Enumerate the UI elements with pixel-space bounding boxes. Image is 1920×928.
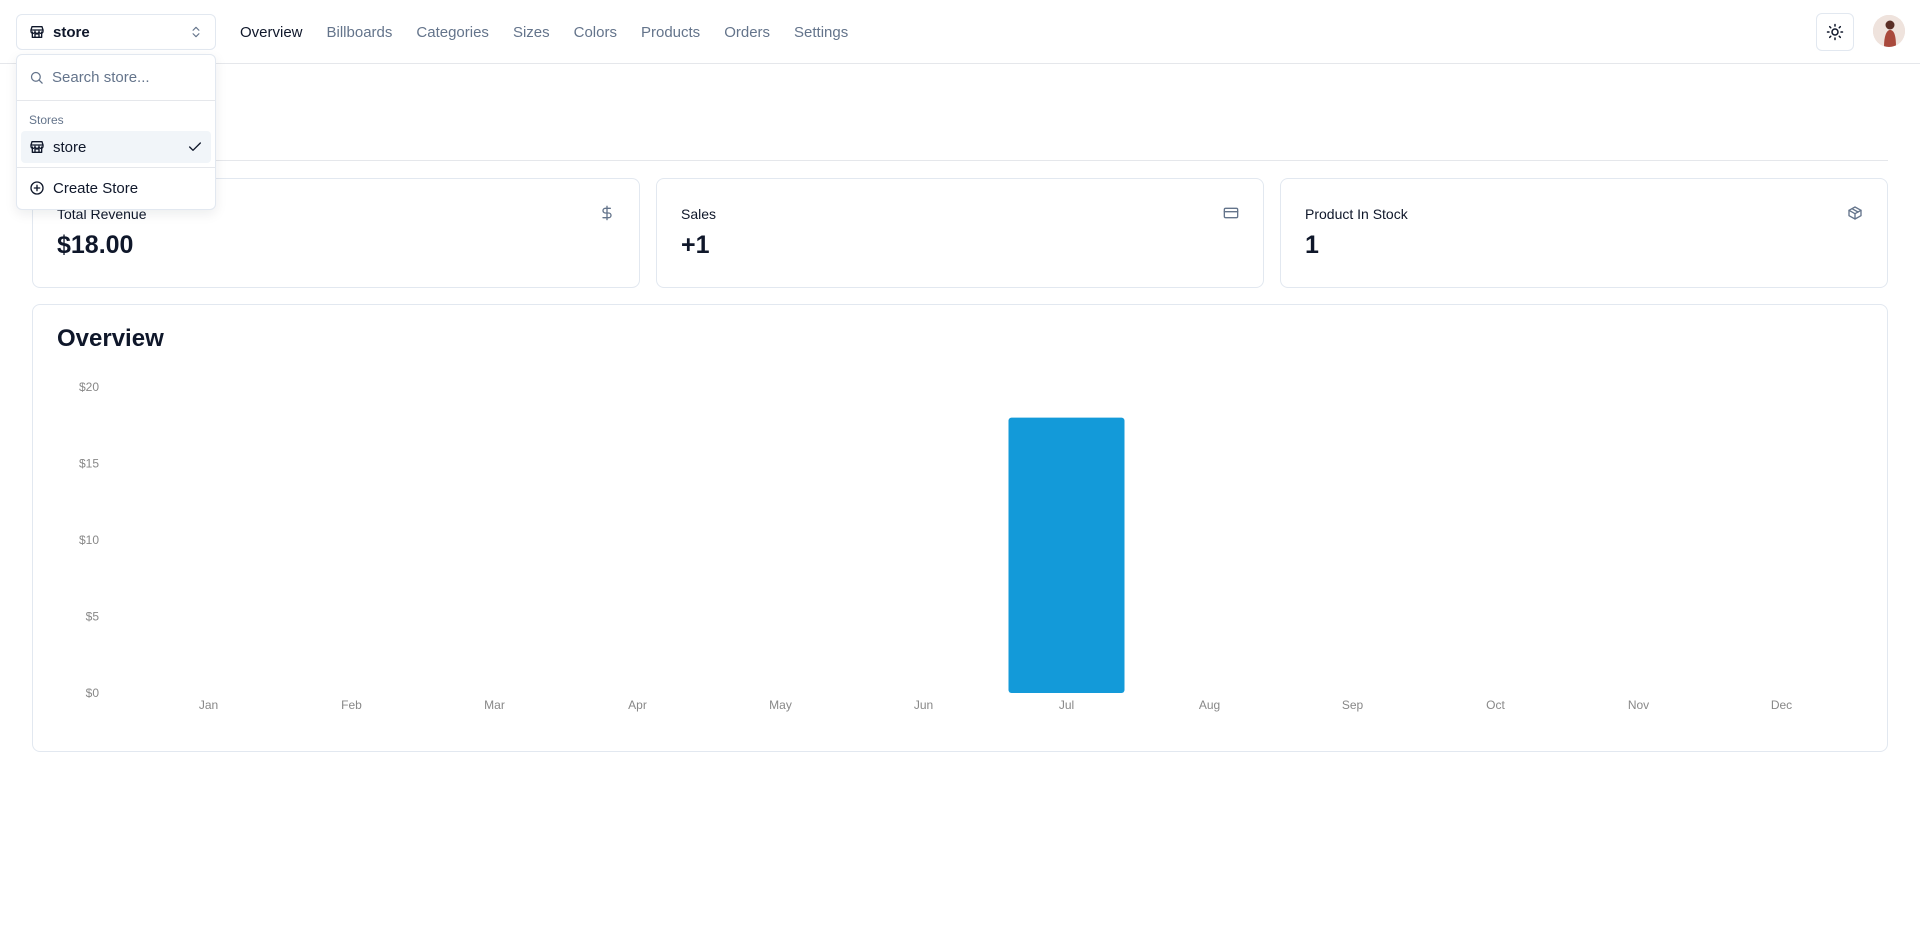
y-tick-label: $0 bbox=[86, 686, 100, 700]
x-tick-label: Nov bbox=[1628, 698, 1649, 712]
x-tick-label: Sep bbox=[1342, 698, 1364, 712]
store-icon bbox=[29, 24, 45, 40]
x-tick-label: Mar bbox=[484, 698, 505, 712]
sun-icon bbox=[1826, 23, 1844, 41]
card-value: +1 bbox=[681, 231, 710, 259]
x-tick-label: Aug bbox=[1199, 698, 1220, 712]
card-value: 1 bbox=[1305, 231, 1319, 259]
y-tick-label: $5 bbox=[86, 610, 100, 624]
x-tick-label: Jun bbox=[914, 698, 933, 712]
y-tick-label: $10 bbox=[79, 533, 99, 547]
theme-toggle-button[interactable] bbox=[1816, 13, 1854, 51]
nav-link-sizes[interactable]: Sizes bbox=[513, 24, 550, 41]
create-store-label: Create Store bbox=[53, 179, 139, 197]
top-nav-bar: store Overview Billboards Categories Siz… bbox=[0, 0, 1920, 64]
dollar-icon bbox=[599, 205, 615, 221]
store-search bbox=[17, 55, 215, 101]
store-icon bbox=[29, 139, 45, 155]
stores-group: Stores store bbox=[17, 101, 215, 168]
create-store-group: Create Store bbox=[17, 168, 215, 208]
x-tick-label: Jul bbox=[1059, 698, 1074, 712]
package-icon bbox=[1847, 205, 1863, 221]
card-title: Product In Stock bbox=[1305, 206, 1408, 222]
x-tick-label: Feb bbox=[341, 698, 362, 712]
nav-link-categories[interactable]: Categories bbox=[416, 24, 489, 41]
nav-link-orders[interactable]: Orders bbox=[724, 24, 770, 41]
check-icon bbox=[187, 139, 203, 155]
x-tick-label: Apr bbox=[628, 698, 647, 712]
x-tick-label: Jan bbox=[199, 698, 218, 712]
nav-link-overview[interactable]: Overview bbox=[240, 24, 303, 41]
store-search-input[interactable] bbox=[52, 69, 192, 86]
user-avatar[interactable] bbox=[1873, 15, 1905, 47]
card-value: $18.00 bbox=[57, 231, 134, 259]
x-tick-label: Oct bbox=[1486, 698, 1505, 712]
x-tick-label: May bbox=[769, 698, 792, 712]
main-nav: Overview Billboards Categories Sizes Col… bbox=[240, 0, 848, 64]
card-title: Sales bbox=[681, 206, 717, 222]
search-icon bbox=[29, 70, 44, 85]
chevrons-up-down-icon bbox=[189, 25, 203, 39]
y-tick-label: $20 bbox=[79, 380, 99, 394]
bar-jul bbox=[1008, 417, 1125, 693]
nav-link-products[interactable]: Products bbox=[641, 24, 700, 41]
overview-card: Overview $0 $5 $10 $15 $20 Jan Feb Mar Apr May Jun… bbox=[32, 304, 1888, 752]
store-switcher-popover: Stores store Create Store bbox=[16, 54, 216, 210]
store-option-label: store bbox=[53, 138, 87, 156]
plus-circle-icon bbox=[29, 180, 45, 196]
store-option[interactable]: store bbox=[21, 131, 211, 163]
product-in-stock-card: Product In Stock 1 bbox=[1280, 178, 1888, 288]
nav-link-billboards[interactable]: Billboards bbox=[327, 24, 393, 41]
nav-link-colors[interactable]: Colors bbox=[574, 24, 617, 41]
avatar-image bbox=[1873, 15, 1905, 47]
stores-group-heading: Stores bbox=[29, 113, 64, 127]
y-tick-label: $15 bbox=[79, 457, 99, 471]
store-switcher-label: store bbox=[53, 23, 90, 41]
heading-divider bbox=[32, 160, 1888, 161]
create-store-button[interactable]: Create Store bbox=[21, 172, 211, 204]
credit-card-icon bbox=[1223, 205, 1239, 221]
x-tick-label: Dec bbox=[1771, 698, 1792, 712]
nav-link-settings[interactable]: Settings bbox=[794, 24, 848, 41]
revenue-bar-chart: $0 $5 $10 $15 $20 Jan Feb Mar Apr May Jun Jul Aug Sep… bbox=[79, 380, 1792, 712]
store-switcher-button[interactable]: store bbox=[16, 14, 216, 50]
sales-card: Sales +1 bbox=[656, 178, 1264, 288]
